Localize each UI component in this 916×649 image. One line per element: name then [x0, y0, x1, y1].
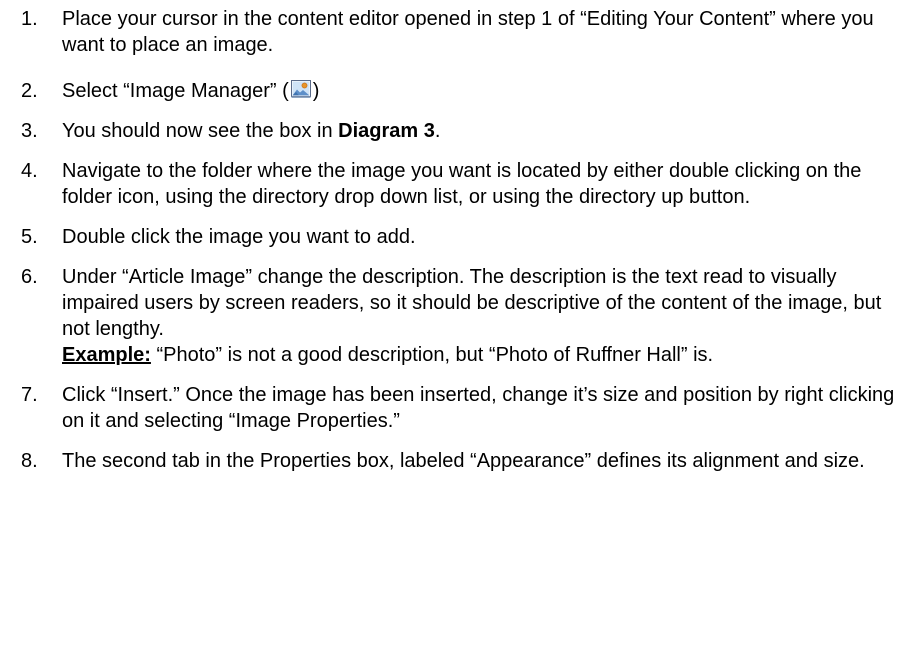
step-text: The second tab in the Properties box, la…	[62, 450, 865, 472]
step-number: 2.	[21, 80, 38, 102]
step-text: Navigate to the folder where the image y…	[62, 160, 862, 208]
step-number: 4.	[21, 160, 38, 182]
example-text: “Photo” is not a good description, but “…	[150, 344, 714, 366]
example-label: Example:	[62, 344, 151, 366]
step-5: 5. Double click the image you want to ad…	[0, 224, 916, 250]
step-text: Select “Image Manager” (	[62, 80, 289, 102]
steps-list: 1. Place your cursor in the content edit…	[0, 6, 916, 474]
image-manager-icon	[290, 78, 312, 100]
diagram-reference: Diagram 3	[338, 120, 435, 142]
step-text: You should now see the box in	[62, 120, 339, 142]
step-3: 3. You should now see the box in Diagram…	[0, 118, 916, 144]
step-6: 6. Under “Article Image” change the desc…	[0, 264, 916, 368]
step-text: Under “Article Image” change the descrip…	[62, 266, 882, 340]
step-7: 7. Click “Insert.” Once the image has be…	[0, 382, 916, 434]
step-text-end: .	[434, 120, 441, 142]
step-8: 8. The second tab in the Properties box,…	[0, 448, 916, 474]
step-number: 6.	[21, 266, 38, 288]
step-2: 2. Select “Image Manager” ( )	[0, 78, 916, 104]
step-text: Double click the image you want to add.	[62, 226, 416, 248]
step-text: Place your cursor in the content editor …	[62, 8, 874, 56]
step-1: 1. Place your cursor in the content edit…	[0, 6, 916, 58]
step-text: Click “Insert.” Once the image has been …	[62, 384, 895, 432]
step-number: 7.	[21, 384, 38, 406]
step-number: 8.	[21, 450, 38, 472]
instruction-document: 1. Place your cursor in the content edit…	[0, 0, 916, 474]
step-number: 5.	[21, 226, 38, 248]
step-number: 3.	[21, 120, 38, 142]
step-4: 4. Navigate to the folder where the imag…	[0, 158, 916, 210]
step-number: 1.	[21, 8, 38, 30]
step-text-end: )	[312, 80, 320, 102]
